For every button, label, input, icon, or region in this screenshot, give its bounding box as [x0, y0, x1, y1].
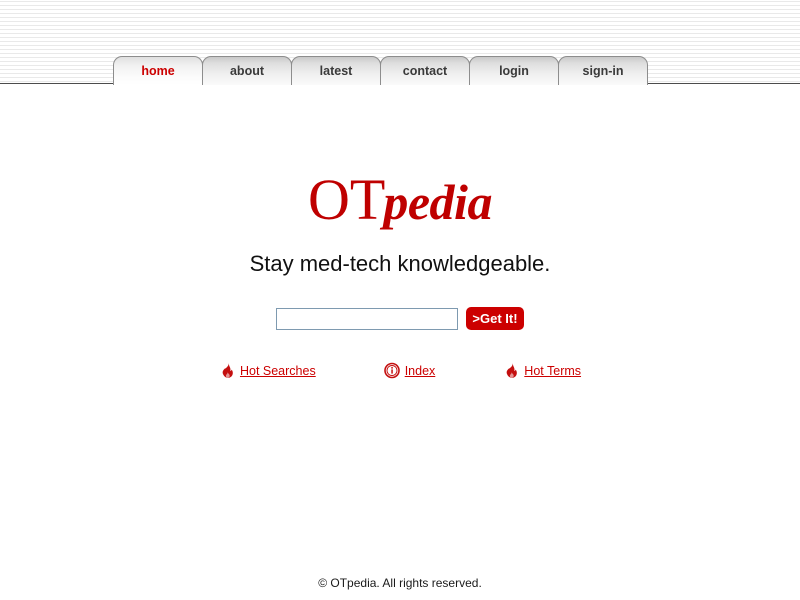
link-index-label: Index	[404, 363, 436, 378]
search-input[interactable]	[276, 307, 459, 330]
tab-sign-in[interactable]: sign-in	[558, 56, 648, 85]
link-hot-terms-label: Hot Terms	[524, 363, 582, 378]
info-circle-icon	[383, 362, 400, 379]
quick-links: Hot Searches Index Hot Terms	[0, 362, 800, 379]
tab-latest-label: latest	[319, 64, 353, 78]
tab-home[interactable]: home	[113, 56, 203, 86]
site-footer: © OTpedia. All rights reserved.	[0, 576, 800, 590]
tab-home-label: home	[141, 64, 175, 78]
tab-latest[interactable]: latest	[291, 56, 381, 85]
link-hot-searches[interactable]: Hot Searches	[219, 362, 316, 379]
tab-contact[interactable]: contact	[380, 56, 470, 85]
tab-about-label: about	[229, 64, 265, 78]
get-it-button[interactable]: >Get It!	[466, 307, 524, 330]
primary-navigation: home about latest contact login sign-in	[113, 54, 648, 86]
logo-primary-text: OT	[308, 167, 386, 232]
site-header: home about latest contact login sign-in	[0, 0, 800, 86]
main-content: OTpedia Stay med-tech knowledgeable. >Ge…	[0, 85, 800, 379]
site-tagline: Stay med-tech knowledgeable.	[249, 251, 551, 276]
flame-icon	[219, 362, 235, 379]
search-form: >Get It!	[0, 307, 800, 330]
link-hot-searches-label: Hot Searches	[239, 363, 316, 378]
site-logo: OTpedia	[0, 171, 800, 229]
link-index[interactable]: Index	[383, 362, 436, 379]
copyright-text: © OTpedia. All rights reserved.	[318, 576, 482, 590]
flame-icon	[503, 362, 519, 379]
tab-contact-label: contact	[402, 64, 448, 78]
tab-login[interactable]: login	[469, 56, 559, 85]
logo-secondary-text: pedia	[383, 174, 492, 230]
tab-sign-in-label: sign-in	[582, 64, 624, 78]
link-hot-terms[interactable]: Hot Terms	[503, 362, 581, 379]
tab-login-label: login	[499, 64, 529, 78]
tab-about[interactable]: about	[202, 56, 292, 85]
